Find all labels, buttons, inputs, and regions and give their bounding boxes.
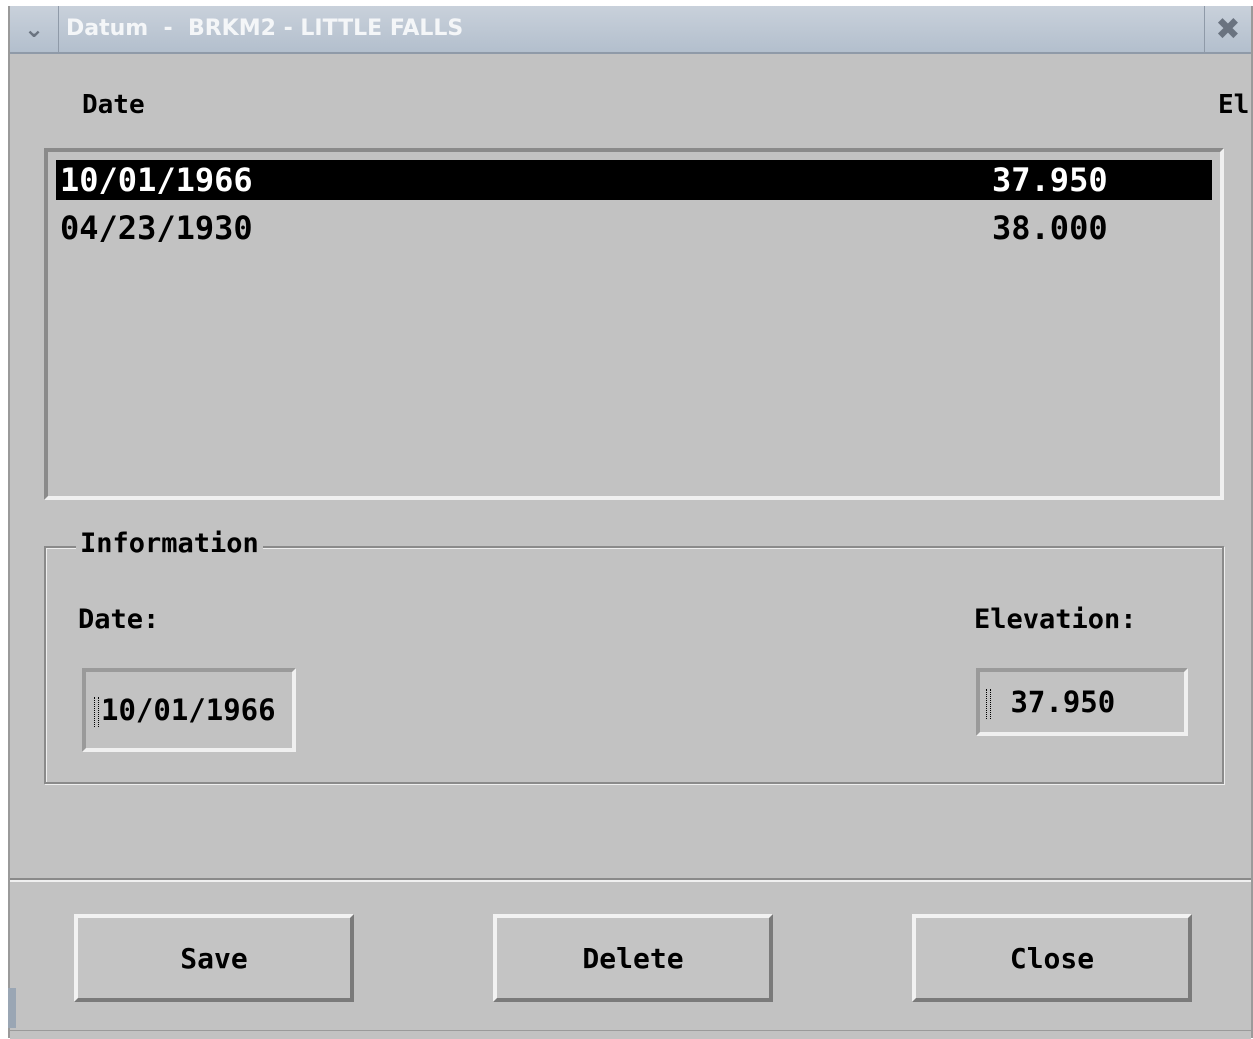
- list-item[interactable]: 10/01/1966 37.950: [56, 160, 1212, 200]
- text-cursor: [94, 697, 99, 727]
- button-separator: [10, 878, 1251, 882]
- list-item-elevation: 37.950: [992, 161, 1108, 199]
- column-header-date: Date: [82, 90, 145, 120]
- date-label: Date:: [78, 604, 160, 635]
- elevation-field-value: 37.950: [993, 685, 1116, 719]
- elevation-label: Elevation:: [974, 604, 1137, 635]
- datum-list[interactable]: 10/01/1966 37.950 04/23/1930 38.000: [44, 148, 1224, 500]
- close-button[interactable]: Close: [912, 914, 1192, 1002]
- delete-button[interactable]: Delete: [493, 914, 773, 1002]
- column-header-elevation: El: [1218, 90, 1250, 120]
- title-bar[interactable]: ⌄ Datum - BRKM2 - LITTLE FALLS ✖: [10, 6, 1251, 54]
- information-group: Information Date: Elevation: 10/01/1966 …: [44, 528, 1224, 784]
- list-item-elevation: 38.000: [992, 209, 1108, 247]
- text-cursor: [986, 689, 991, 719]
- window-title: Datum - BRKM2 - LITTLE FALLS: [66, 16, 464, 41]
- window-close-button[interactable]: ✖: [1204, 6, 1251, 52]
- list-item-date: 10/01/1966: [60, 161, 253, 199]
- datum-dialog: ⌄ Datum - BRKM2 - LITTLE FALLS ✖ Date El…: [8, 6, 1253, 1039]
- chevron-down-icon: ⌄: [23, 15, 45, 43]
- close-icon: ✖: [1215, 11, 1241, 47]
- list-item[interactable]: 04/23/1930 38.000: [56, 208, 1212, 248]
- list-item-date: 04/23/1930: [60, 209, 253, 247]
- save-button[interactable]: Save: [74, 914, 354, 1002]
- date-field-value: 10/01/1966: [101, 693, 276, 727]
- information-group-title: Information: [76, 528, 263, 559]
- elevation-field[interactable]: 37.950: [976, 668, 1188, 736]
- window-menu-button[interactable]: ⌄: [10, 6, 59, 52]
- window-corner-handle: [8, 988, 16, 1028]
- date-field[interactable]: 10/01/1966: [82, 668, 296, 752]
